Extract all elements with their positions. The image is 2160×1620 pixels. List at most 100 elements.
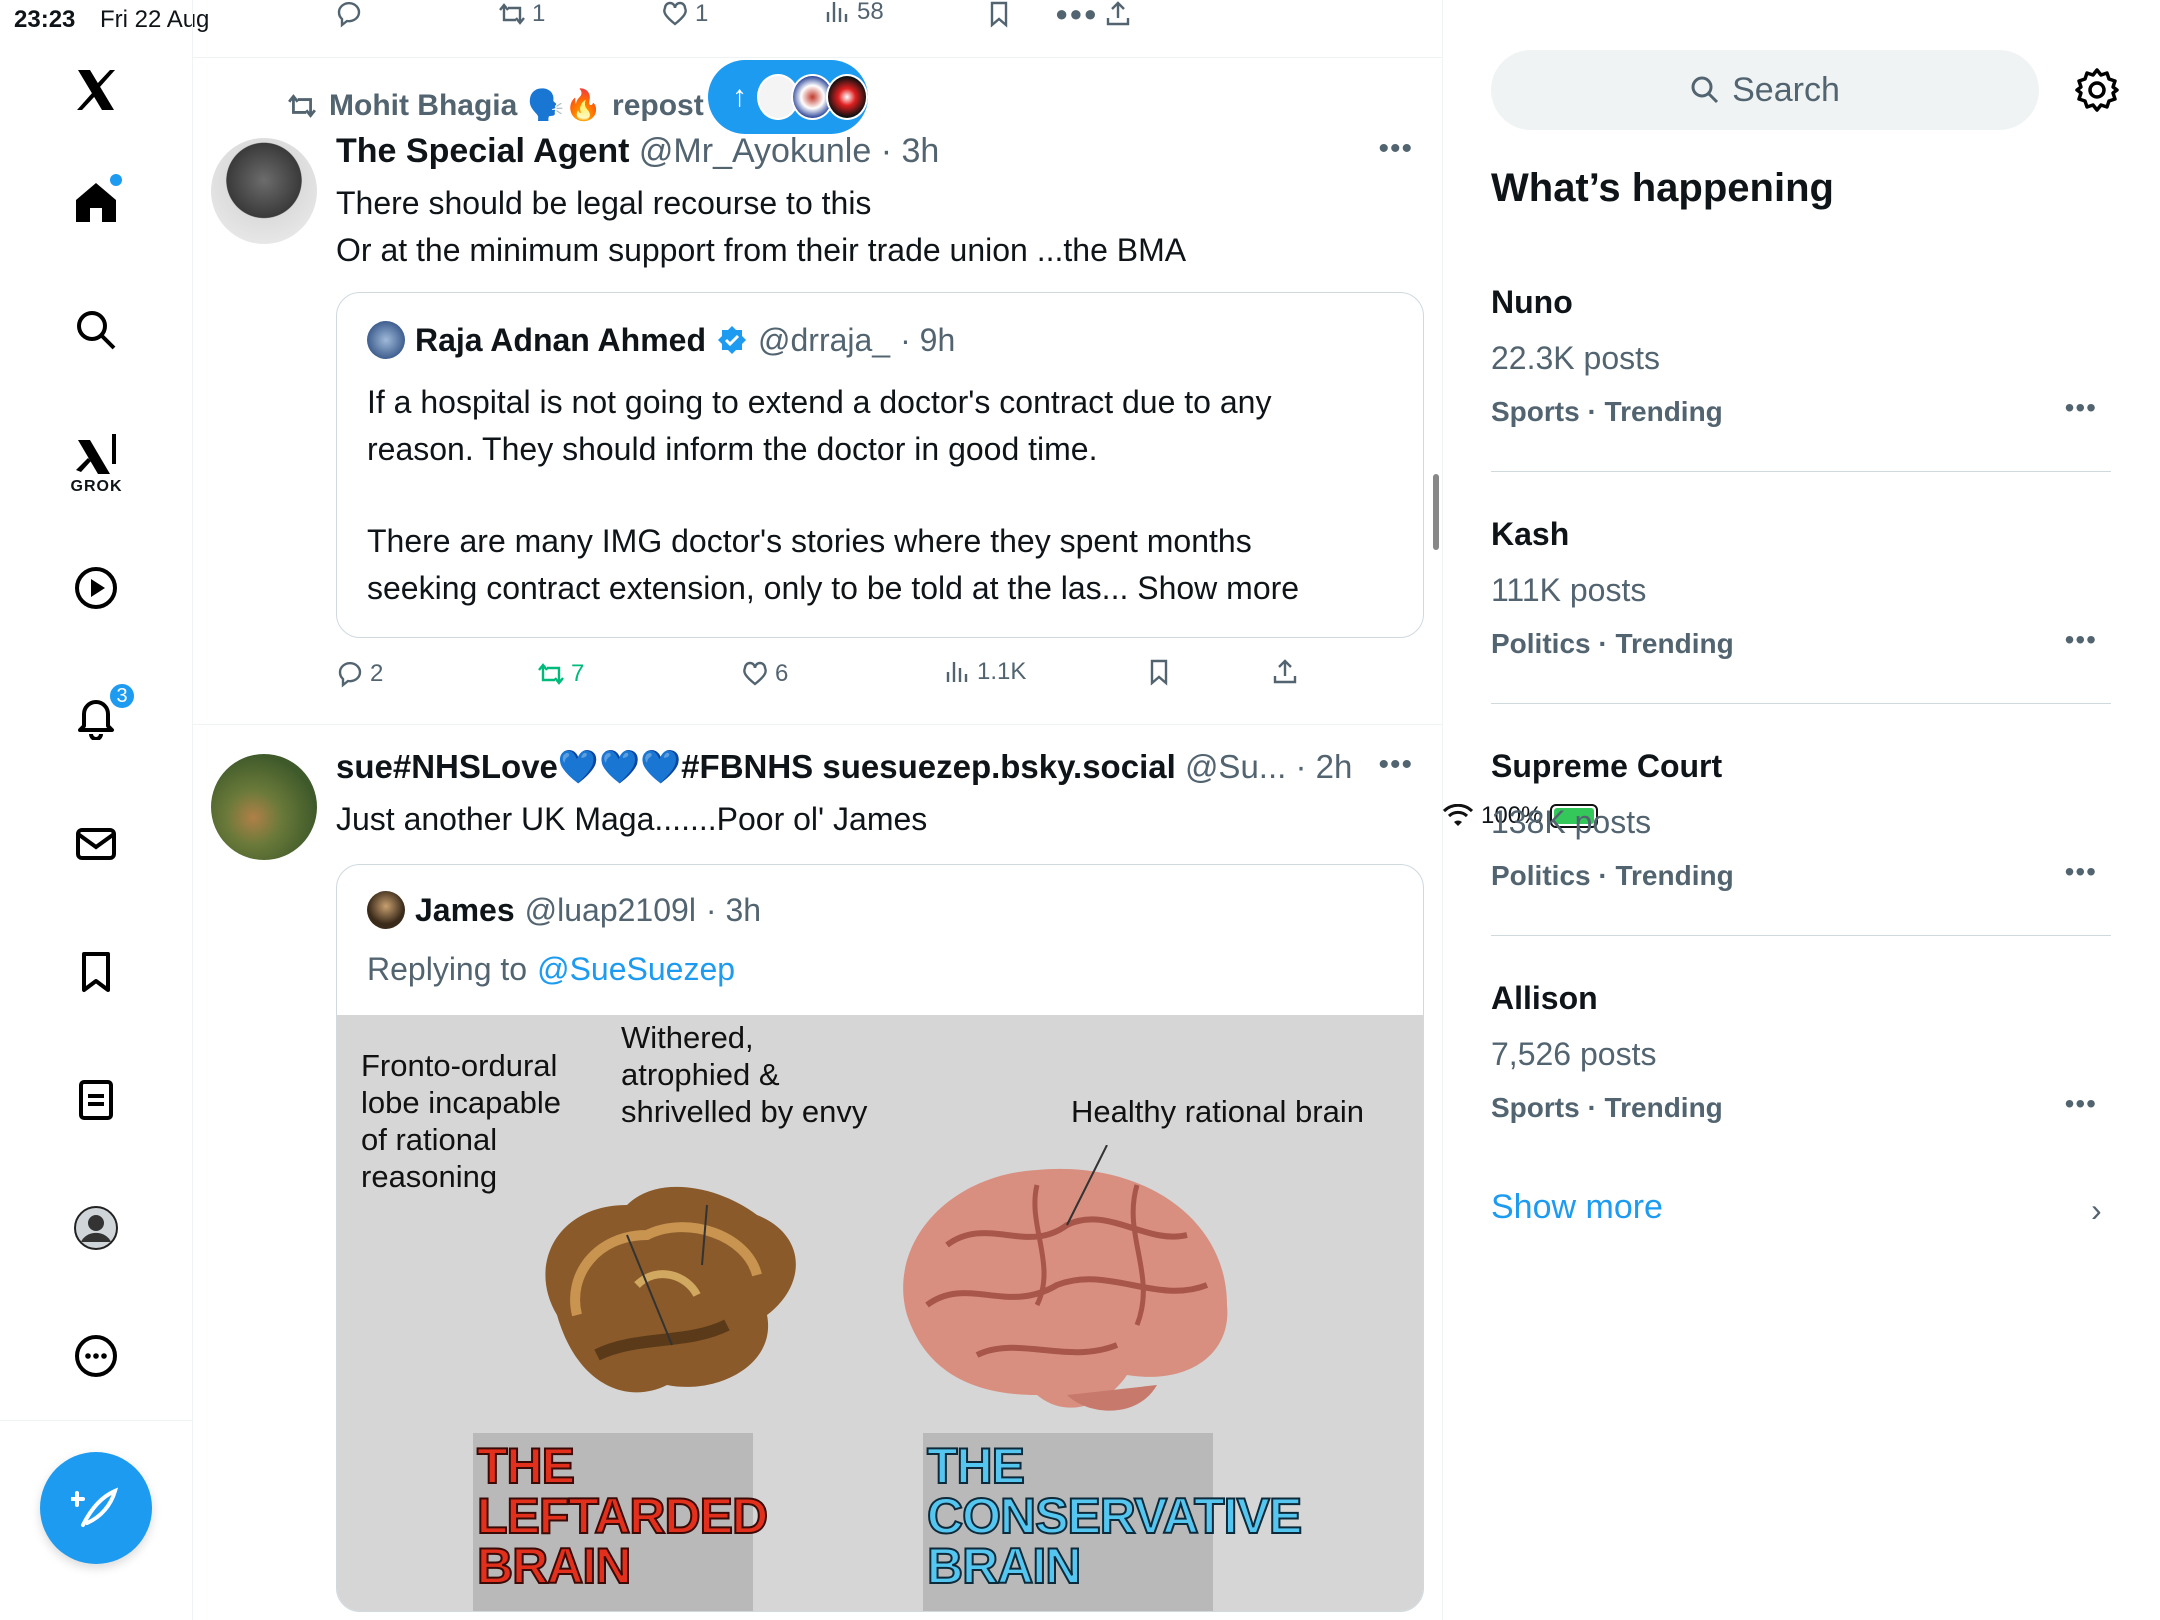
trend-name: Nuno xyxy=(1491,284,1573,320)
video-icon[interactable] xyxy=(56,548,136,628)
grok-label: GROK xyxy=(70,478,123,495)
reply-icon xyxy=(338,661,362,688)
retweet-button[interactable]: 7 xyxy=(537,660,584,688)
compose-feather-icon xyxy=(71,1487,119,1527)
new-posts-pill[interactable]: ↑ xyxy=(708,60,868,134)
quote-text-line: If a hospital is not going to extend a d… xyxy=(367,384,1272,420)
quoted-tweet[interactable]: Raja Adnan Ahmed @drraja_ · 9h If a hosp… xyxy=(336,292,1424,638)
trend-more-icon[interactable]: ••• xyxy=(2065,856,2097,888)
avatar[interactable] xyxy=(211,754,317,860)
trend-count: 111K posts xyxy=(1491,572,1647,608)
reply-button[interactable]: 2 xyxy=(336,660,383,688)
trend-category: Politics · Trending xyxy=(1491,628,1734,659)
replying-handle-link[interactable]: @SueSuezep xyxy=(537,951,735,988)
author-name[interactable]: The Special Agent xyxy=(336,132,629,170)
quote-text-line: seeking contract extension, only to be t… xyxy=(367,570,1300,606)
quote-text: If a hospital is not going to extend a d… xyxy=(367,379,1393,612)
avatar[interactable] xyxy=(367,891,405,929)
views-count: 1.1K xyxy=(977,658,1027,685)
repost-indicator: Mohit Bhagia 🗣️🔥 repost xyxy=(285,88,704,123)
trend-item[interactable]: Nuno 22.3K posts Sports · Trending ••• xyxy=(1491,240,2111,472)
trend-more-icon[interactable]: ••• xyxy=(2065,1088,2097,1120)
quote-author-name[interactable]: Raja Adnan Ahmed xyxy=(415,322,706,359)
timeline-feed[interactable]: 1 1 58 ●●● Mohit Bhagia 🗣️🔥 repost The S… xyxy=(193,0,1443,1620)
retweet-icon xyxy=(538,663,564,685)
settings-gear-icon[interactable] xyxy=(2073,66,2121,114)
quote-header: Raja Adnan Ahmed @drraja_ · 9h xyxy=(367,321,955,359)
search-placeholder: Search xyxy=(1732,70,1840,109)
quote-author-name[interactable]: James xyxy=(415,892,515,929)
home-unread-dot xyxy=(110,174,122,186)
meme-label-mid: Withered, atrophied & shrivelled by envy xyxy=(621,1020,868,1129)
quoted-tweet[interactable]: James @luap2109l · 3h Replying to @SueSu… xyxy=(336,864,1424,1612)
quote-author-handle[interactable]: @drraja_ xyxy=(758,322,890,359)
repost-word: repost xyxy=(612,88,704,122)
compose-post-button[interactable] xyxy=(40,1452,152,1564)
profile-icon[interactable] xyxy=(56,1188,136,1268)
quote-image[interactable]: Fronto-ordural lobe incapable of rationa… xyxy=(337,1015,1423,1611)
views-button[interactable]: 1.1K xyxy=(943,658,1026,686)
author-name[interactable]: sue#NHSLove💙💙💙#FBNHS suesuezep.bsky.soci… xyxy=(336,748,1176,785)
bookmark-button[interactable] xyxy=(1145,658,1173,686)
meme-brain-healthy xyxy=(903,1145,1228,1411)
tweet-time[interactable]: · 2h xyxy=(1295,748,1352,785)
trend-count: 138K posts xyxy=(1491,804,1652,840)
search-nav-icon[interactable] xyxy=(56,290,136,370)
tweet-header: The Special Agent @Mr_Ayokunle · 3h xyxy=(336,132,939,171)
tweet-divider xyxy=(193,724,1442,725)
author-handle[interactable]: @Su... xyxy=(1185,748,1286,785)
replying-prefix: Replying to xyxy=(367,951,528,987)
tweet-more-icon[interactable]: ••• xyxy=(1378,748,1413,782)
trend-name: Allison xyxy=(1491,980,1598,1016)
notifications-icon[interactable]: 3 xyxy=(56,676,136,756)
quote-time: · 3h xyxy=(705,891,762,928)
messages-icon[interactable] xyxy=(56,804,136,884)
avatar xyxy=(825,74,868,120)
heart-icon xyxy=(743,661,767,686)
tweet-time[interactable]: · 3h xyxy=(881,132,940,170)
retweet-count: 7 xyxy=(571,660,585,687)
trend-item[interactable]: Allison 7,526 posts Sports · Trending ••… xyxy=(1491,936,2111,1168)
chevron-right-icon: › xyxy=(2091,1192,2102,1228)
search-icon xyxy=(1691,76,1719,104)
trend-item[interactable]: Kash 111K posts Politics · Trending ••• xyxy=(1491,472,2111,704)
tweet-sue[interactable]: sue#NHSLove💙💙💙#FBNHS suesuezep.bsky.soci… xyxy=(193,726,1442,1620)
lists-icon[interactable] xyxy=(56,1060,136,1140)
home-icon[interactable] xyxy=(56,162,136,242)
quote-author-handle[interactable]: @luap2109l xyxy=(525,892,696,929)
replying-to: Replying to @SueSuezep xyxy=(367,951,735,988)
share-button[interactable] xyxy=(1271,658,1299,686)
meme-caption-left: THE LEFTARDED BRAIN xyxy=(473,1433,769,1611)
trend-more-icon[interactable]: ••• xyxy=(2065,624,2097,656)
verified-badge-icon xyxy=(718,326,746,354)
trend-item[interactable]: Supreme Court 138K posts Politics · Tren… xyxy=(1491,704,2111,936)
like-button[interactable]: 6 xyxy=(741,660,788,688)
scrollbar[interactable] xyxy=(1433,474,1439,550)
search-input[interactable]: Search xyxy=(1491,50,2039,130)
more-options-icon[interactable] xyxy=(56,1316,136,1396)
tweet-text-line: Or at the minimum support from their tra… xyxy=(336,232,1187,268)
tweet-text: Just another UK Maga.......Poor ol' Jame… xyxy=(336,801,928,837)
tweet-text: There should be legal recourse to this O… xyxy=(336,180,1186,274)
nav-separator xyxy=(0,1420,193,1421)
trend-more-icon[interactable]: ••• xyxy=(2065,392,2097,424)
right-sidebar: Search What’s happening Nuno 22.3K posts… xyxy=(1443,0,2160,1620)
tweet-more-icon[interactable]: ••• xyxy=(1378,132,1413,166)
quote-header: James @luap2109l · 3h xyxy=(367,891,761,929)
trend-name: Supreme Court xyxy=(1491,748,1723,784)
trend-category: Politics · Trending xyxy=(1491,860,1734,891)
left-nav: GROK 3 xyxy=(0,0,193,1620)
show-more-link[interactable]: Show more xyxy=(1491,1188,1663,1227)
author-handle[interactable]: @Mr_Ayokunle xyxy=(639,132,871,170)
avatar[interactable] xyxy=(367,321,405,359)
x-logo-icon[interactable] xyxy=(56,50,136,130)
meme-label-right: Healthy rational brain xyxy=(1071,1094,1364,1129)
avatar[interactable] xyxy=(211,138,317,244)
repost-icon xyxy=(288,93,316,118)
meme-caption-right: THE CONSERVATIVE BRAIN xyxy=(923,1433,1303,1611)
quote-text-line: reason. They should inform the doctor in… xyxy=(367,431,1098,467)
bookmarks-icon[interactable] xyxy=(56,932,136,1012)
reply-count: 2 xyxy=(370,660,384,687)
tweet-header: sue#NHSLove💙💙💙#FBNHS suesuezep.bsky.soci… xyxy=(336,748,1352,787)
repost-by-name[interactable]: Mohit Bhagia xyxy=(329,89,517,123)
